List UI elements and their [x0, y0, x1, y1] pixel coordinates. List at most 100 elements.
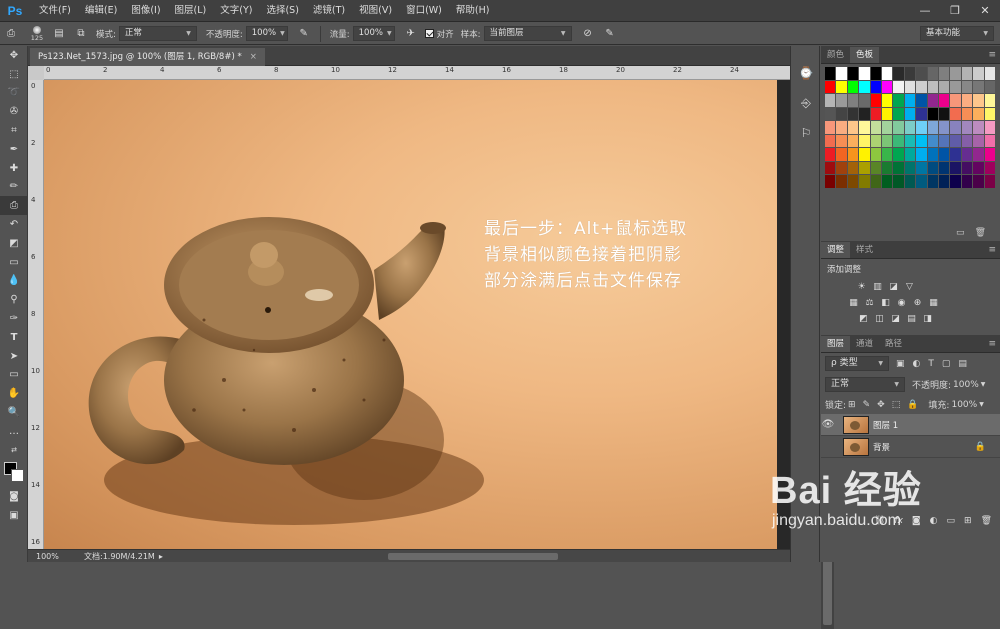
gradient-tool-icon[interactable]: ▭ [0, 253, 28, 272]
color-swatch[interactable] [893, 134, 904, 147]
pressure-opacity-icon[interactable]: ✎ [295, 26, 313, 42]
filter-type-icon[interactable]: T [928, 359, 934, 369]
workspace-dropdown[interactable]: 基本功能 ▼ [920, 26, 994, 41]
color-swatch[interactable] [859, 161, 870, 174]
menu-item-1[interactable]: 编辑(E) [78, 0, 124, 22]
color-swatch[interactable] [893, 107, 904, 120]
color-swatch[interactable] [859, 107, 870, 120]
color-swatch[interactable] [859, 148, 870, 161]
menu-item-4[interactable]: 文字(Y) [213, 0, 259, 22]
color-swatch[interactable] [836, 121, 847, 134]
color-swatch[interactable] [893, 121, 904, 134]
color-swatch[interactable] [904, 80, 916, 93]
color-swatch[interactable] [973, 148, 984, 161]
color-swatch[interactable] [916, 67, 927, 80]
color-swatch[interactable] [984, 148, 996, 161]
history-brush-tool-icon[interactable]: ↶ [0, 215, 28, 234]
color-swatch[interactable] [984, 94, 996, 107]
color-swatch[interactable] [904, 148, 916, 161]
color-swatch[interactable] [904, 107, 916, 120]
color-swatch[interactable] [950, 134, 961, 147]
horizontal-scroll-thumb[interactable] [388, 553, 558, 560]
mode-dropdown[interactable]: 正常 ▼ [118, 26, 197, 41]
close-window-button[interactable]: ✕ [970, 0, 1000, 22]
color-swatch[interactable] [882, 148, 893, 161]
menu-item-5[interactable]: 选择(S) [259, 0, 305, 22]
color-swatch[interactable] [904, 67, 916, 80]
color-swatch[interactable] [825, 67, 836, 80]
color-swatch[interactable] [825, 121, 836, 134]
color-swatch[interactable] [893, 175, 904, 188]
color-swatch[interactable] [882, 94, 893, 107]
tab-channels[interactable]: 通道 [850, 336, 879, 352]
color-swatch[interactable] [984, 107, 996, 120]
adjustment-icon[interactable]: ◉ [895, 297, 908, 309]
color-swatch[interactable] [973, 67, 984, 80]
color-swatch[interactable] [847, 161, 859, 174]
menu-item-2[interactable]: 图像(I) [124, 0, 167, 22]
color-swatch[interactable] [973, 80, 984, 93]
color-swatch[interactable] [973, 161, 984, 174]
restore-button[interactable]: ❐ [940, 0, 970, 22]
healing-brush-tool-icon[interactable]: ✚ [0, 159, 28, 178]
fill-value[interactable]: 100% [951, 400, 977, 410]
rectangle-tool-icon[interactable]: ▭ [0, 366, 28, 385]
color-swatch[interactable] [984, 121, 996, 134]
adjustment-icon[interactable]: ◧ [879, 297, 892, 309]
color-swatch[interactable] [836, 161, 847, 174]
color-swatch[interactable] [939, 175, 950, 188]
tab-color[interactable]: 颜色 [821, 47, 850, 63]
color-swatch[interactable] [847, 67, 859, 80]
color-swatch[interactable] [870, 107, 882, 120]
color-swatch[interactable] [882, 121, 893, 134]
color-swatch[interactable] [939, 134, 950, 147]
color-swatch[interactable] [916, 121, 927, 134]
color-swatch[interactable] [882, 80, 893, 93]
opacity-field[interactable]: 100% ▼ [245, 26, 288, 41]
color-swatch[interactable] [939, 67, 950, 80]
color-swatch[interactable] [836, 80, 847, 93]
minimize-button[interactable]: — [910, 0, 940, 22]
color-swatch[interactable] [939, 94, 950, 107]
color-swatch[interactable] [859, 94, 870, 107]
quick-mask-icon[interactable]: ◙ [0, 488, 28, 507]
swap-colors-icon[interactable]: ⇄ [0, 441, 28, 460]
color-swatch[interactable] [882, 67, 893, 80]
color-swatch[interactable] [836, 107, 847, 120]
background-color[interactable] [11, 468, 24, 482]
color-swatch[interactable] [927, 161, 939, 174]
color-swatch[interactable] [973, 175, 984, 188]
color-swatch[interactable] [984, 134, 996, 147]
type-tool-icon[interactable]: T [0, 328, 28, 347]
color-swatch[interactable] [950, 94, 961, 107]
horizontal-ruler[interactable]: 0 2 4 6 8 10 12 14 16 18 20 22 24 [44, 66, 790, 80]
color-swatch[interactable] [961, 175, 973, 188]
color-swatch[interactable] [927, 134, 939, 147]
lock-artboard-icon[interactable]: ⬚ [892, 400, 901, 410]
filter-smart-icon[interactable]: ▤ [958, 359, 967, 369]
color-swatch[interactable] [950, 175, 961, 188]
color-swatch[interactable] [904, 94, 916, 107]
color-swatch[interactable] [847, 107, 859, 120]
filter-shape-icon[interactable]: ▢ [942, 359, 951, 369]
color-swatch[interactable] [825, 175, 836, 188]
document-tab[interactable]: Ps123.Net_1573.jpg @ 100% (图层 1, RGB/8#)… [30, 48, 265, 66]
color-swatch[interactable] [859, 134, 870, 147]
status-menu-arrow[interactable]: ▸ [159, 552, 163, 561]
tab-adjustments[interactable]: 调整 [821, 242, 851, 258]
color-swatch[interactable] [836, 175, 847, 188]
color-swatch[interactable] [984, 80, 996, 93]
color-swatch[interactable] [847, 94, 859, 107]
color-swatch[interactable] [859, 175, 870, 188]
adjustment-icon[interactable]: ◨ [921, 313, 934, 325]
color-swatch[interactable] [939, 161, 950, 174]
color-swatch[interactable] [859, 80, 870, 93]
flow-field[interactable]: 100% ▼ [352, 26, 395, 41]
lock-all-icon[interactable]: 🔒 [907, 400, 918, 410]
panel-menu-icon[interactable]: ≡ [988, 47, 1000, 63]
color-swatch[interactable] [961, 67, 973, 80]
screen-mode-icon[interactable]: ▣ [0, 506, 28, 525]
color-swatch[interactable] [836, 134, 847, 147]
menu-item-6[interactable]: 滤镜(T) [306, 0, 352, 22]
color-swatches[interactable] [0, 460, 28, 488]
